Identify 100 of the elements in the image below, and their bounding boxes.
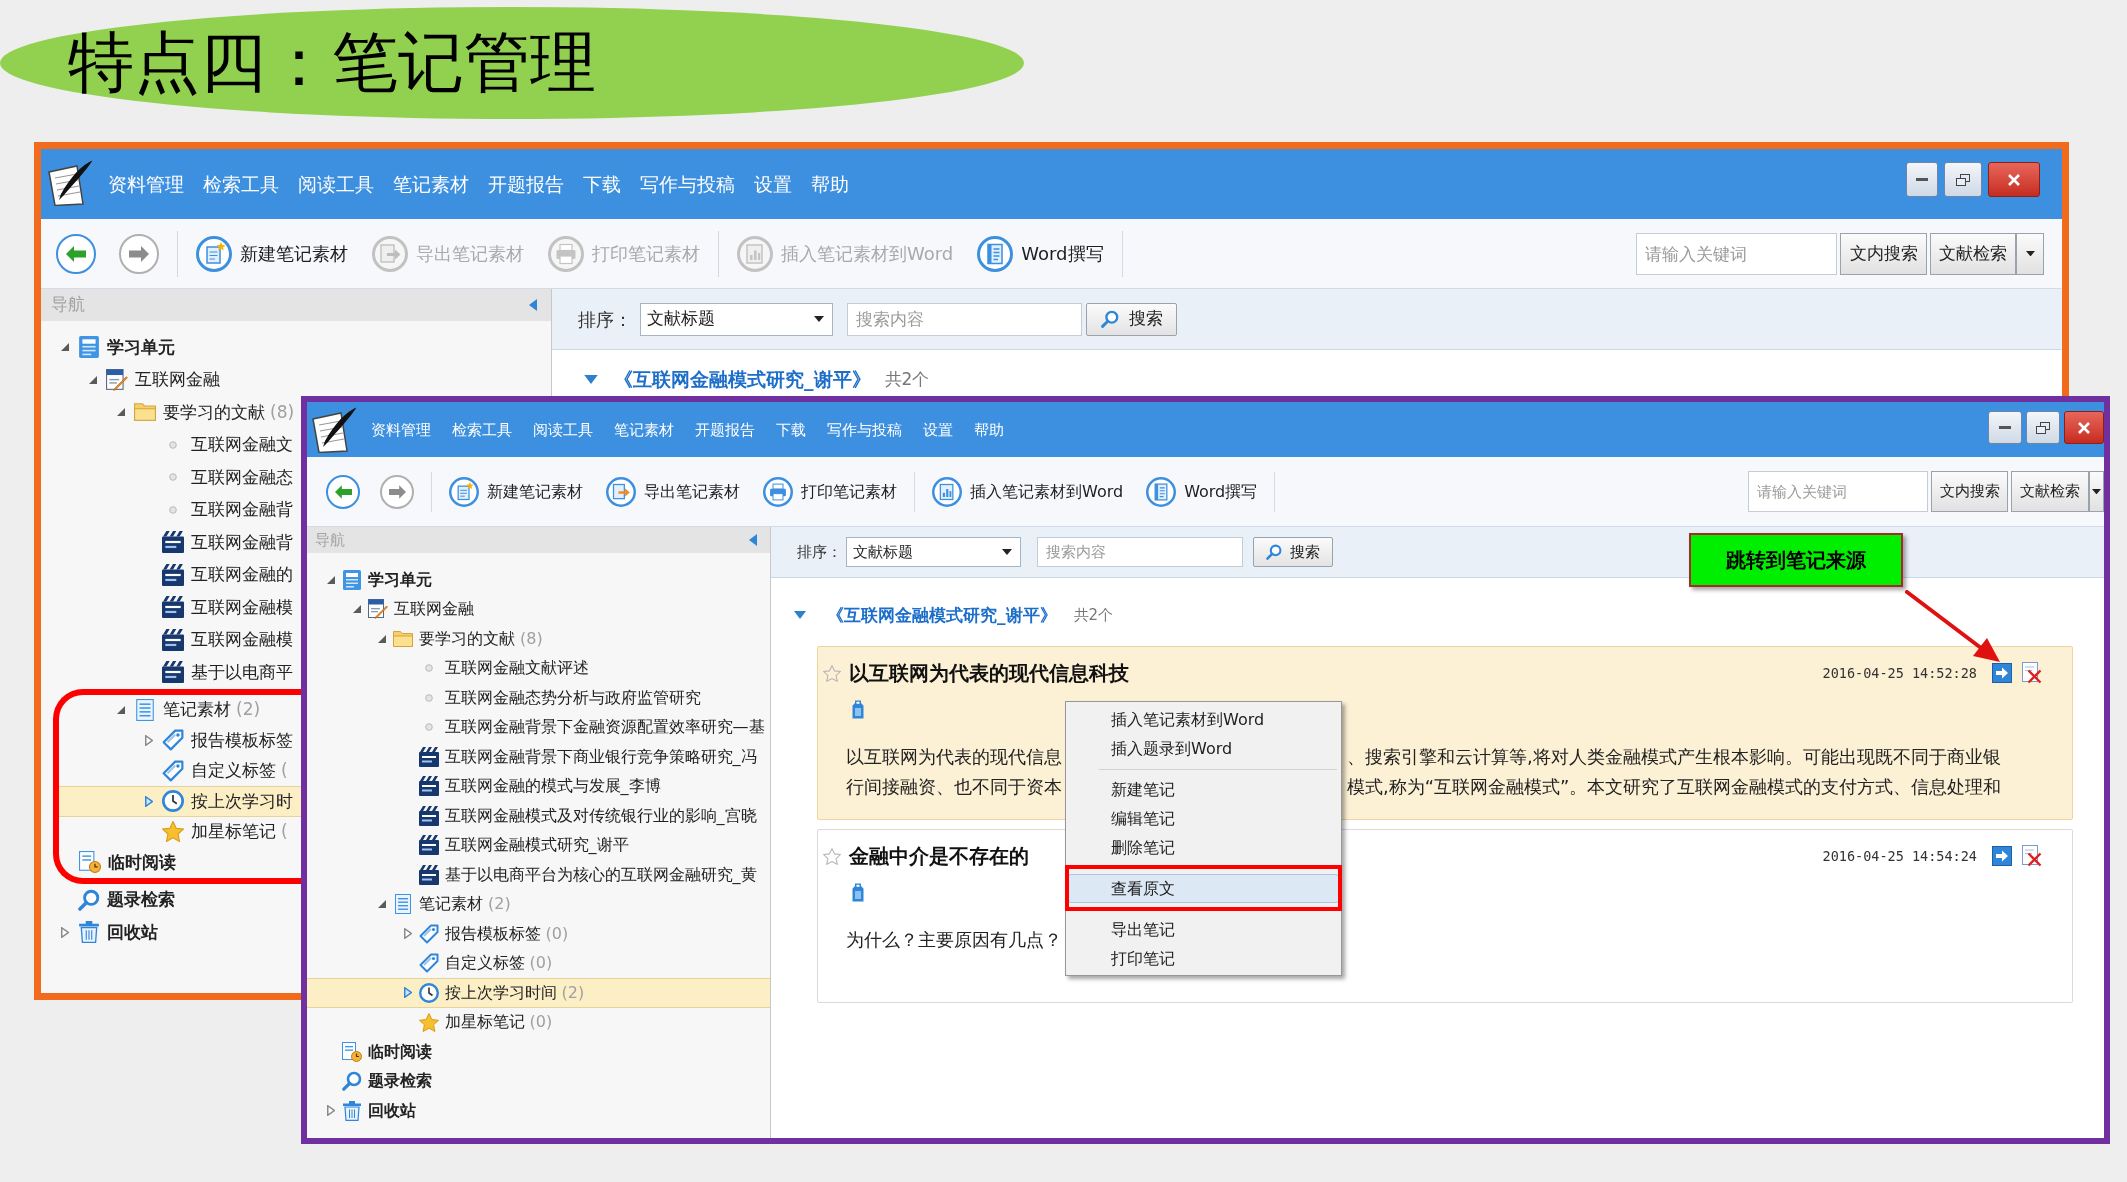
close-button[interactable] [2064,411,2104,444]
caret-down-icon[interactable] [584,374,598,384]
minimize-button[interactable] [1988,411,2022,444]
tree-item[interactable]: 互联网金融态势分析与政府监管研究 [307,683,770,713]
tree-item[interactable]: 互联网金融模式研究_谢平 [307,830,770,860]
menu-item[interactable]: 新建笔记 [1068,775,1339,804]
tree-item[interactable]: 互联网金融态 [41,461,301,494]
tree-item[interactable]: 自定义标签 ( [59,755,301,786]
keyword-field[interactable]: 请输入关键词 [1636,232,1837,275]
caret-right-icon[interactable] [403,987,412,999]
tree-item[interactable]: 互联网金融背景下商业银行竞争策略研究_冯 [307,742,770,772]
toolbar-button[interactable]: Word撰写 [1146,476,1258,507]
menu-item[interactable]: 删除笔记 [1068,833,1339,862]
toolbar-button[interactable]: 新建笔记素材 [449,476,583,507]
search-button[interactable]: 文内搜索 [1840,232,1927,275]
forward-button[interactable] [119,233,159,274]
tree-item[interactable]: 学习单元 [41,331,301,364]
corner-triangle-icon[interactable] [117,705,125,714]
dropdown-button[interactable] [2089,471,2104,512]
arrow-box-icon[interactable] [1992,846,2012,866]
corner-triangle-icon[interactable] [327,575,335,584]
sort-select[interactable]: 文献标题 [846,537,1021,567]
tree-item[interactable]: 互联网金融的 [41,558,301,591]
toolbar-button[interactable]: 打印笔记素材 [763,476,897,507]
arrow-box-icon[interactable] [1992,663,2012,683]
menu-item[interactable]: 插入题录到Word [1068,734,1339,763]
search-button[interactable]: 搜索 [1086,302,1177,336]
tree-item[interactable]: 要学习的文献 (8) [307,624,770,654]
tree-item[interactable]: 笔记素材 (2) [307,889,770,919]
search-button[interactable]: 文内搜索 [1931,471,2008,512]
article-title[interactable]: 《互联网金融模式研究_谢平》 [614,369,871,389]
tree-item[interactable]: 互联网金融模 [41,623,301,656]
tree-item[interactable]: 互联网金融的模式与发展_李博 [307,771,770,801]
collapse-icon[interactable] [529,299,537,311]
tree-item[interactable]: 笔记素材 (2) [59,694,301,725]
collapse-icon[interactable] [749,534,757,546]
tree-item[interactable]: 自定义标签 (0) [307,948,770,978]
menu-item[interactable]: 查看原文 [1068,874,1339,903]
forward-button[interactable] [380,474,414,509]
corner-triangle-icon[interactable] [378,634,386,643]
corner-triangle-icon[interactable] [352,605,361,614]
corner-triangle-icon[interactable] [117,408,125,417]
tree-item[interactable]: 要学习的文献 (8) [41,396,301,429]
corner-triangle-icon[interactable] [89,375,97,384]
tree-item[interactable]: 加星标笔记 ( [59,816,301,847]
menu-item[interactable]: 打印笔记 [1068,944,1339,973]
tree-item[interactable]: 报告模板标签 (0) [307,919,770,949]
restore-button[interactable] [2026,411,2060,444]
toolbar-button[interactable]: 新建笔记素材 [196,235,348,272]
caret-right-icon[interactable] [61,926,69,938]
keyword-field[interactable]: 请输入关键词 [1748,471,1928,512]
sort-select[interactable]: 文献标题 [640,302,833,336]
close-button[interactable] [1988,162,2040,197]
tree-item[interactable]: 按上次学习时间 (2) [307,978,770,1008]
corner-triangle-icon[interactable] [378,900,386,909]
delete-icon[interactable] [2020,845,2042,867]
toolbar-button[interactable]: 插入笔记素材到Word [932,476,1124,507]
menu-item[interactable]: 插入笔记素材到Word [1068,705,1339,734]
caret-right-icon[interactable] [145,734,153,746]
tree-item[interactable]: 互联网金融模 [41,591,301,624]
tree-item[interactable]: 基于以电商平台为核心的互联网金融研究_黄 [307,860,770,890]
tree-item[interactable]: 题录检索 [41,883,301,916]
toolbar-button[interactable]: 导出笔记素材 [606,476,740,507]
caret-right-icon[interactable] [327,1105,335,1117]
tree-item[interactable]: 互联网金融模式及对传统银行业的影响_宫晓 [307,801,770,831]
tree-item[interactable]: 按上次学习时 [59,786,301,817]
caret-right-icon[interactable] [145,795,153,807]
star-icon[interactable] [823,847,841,865]
tree-item[interactable]: 临时阅读 [59,847,301,878]
tree-item[interactable]: 互联网金融 [307,594,770,624]
tree-item[interactable]: 互联网金融 [41,363,301,396]
tree-item[interactable]: 临时阅读 [307,1037,770,1067]
tree-item[interactable]: 回收站 [41,916,301,949]
restore-button[interactable] [1944,162,1982,197]
back-button[interactable] [326,474,360,509]
search-field[interactable]: 搜索内容 [1037,537,1243,567]
tree-item[interactable]: 互联网金融背 [41,526,301,559]
tree-item[interactable]: 互联网金融背景下金融资源配置效率研究—基 [307,712,770,742]
tree-item[interactable]: 互联网金融背 [41,493,301,526]
article-title[interactable]: 《互联网金融模式研究_谢平》 [827,606,1057,624]
corner-triangle-icon[interactable] [61,343,69,352]
tree-item[interactable]: 学习单元 [307,565,770,595]
search-button[interactable]: 搜索 [1253,537,1333,567]
delete-icon[interactable] [2020,662,2042,684]
tree-item[interactable]: 互联网金融文献评述 [307,653,770,683]
star-icon[interactable] [823,664,841,682]
caret-down-icon[interactable] [794,611,806,619]
toolbar-button[interactable]: Word撰写 [977,235,1104,272]
tree-item[interactable]: 报告模板标签 [59,725,301,756]
tree-item[interactable]: 基于以电商平 [41,656,301,689]
menu-item[interactable]: 导出笔记 [1068,915,1339,944]
tree-item[interactable]: 回收站 [307,1096,770,1126]
tree-item[interactable]: 互联网金融文 [41,428,301,461]
minimize-button[interactable] [1906,162,1938,197]
search-button[interactable]: 文献检索 [2011,471,2089,512]
back-button[interactable] [56,233,96,274]
tree-item[interactable]: 加星标笔记 (0) [307,1007,770,1037]
tree-item[interactable]: 题录检索 [307,1066,770,1096]
search-field[interactable]: 搜索内容 [847,302,1082,336]
caret-right-icon[interactable] [403,928,412,940]
